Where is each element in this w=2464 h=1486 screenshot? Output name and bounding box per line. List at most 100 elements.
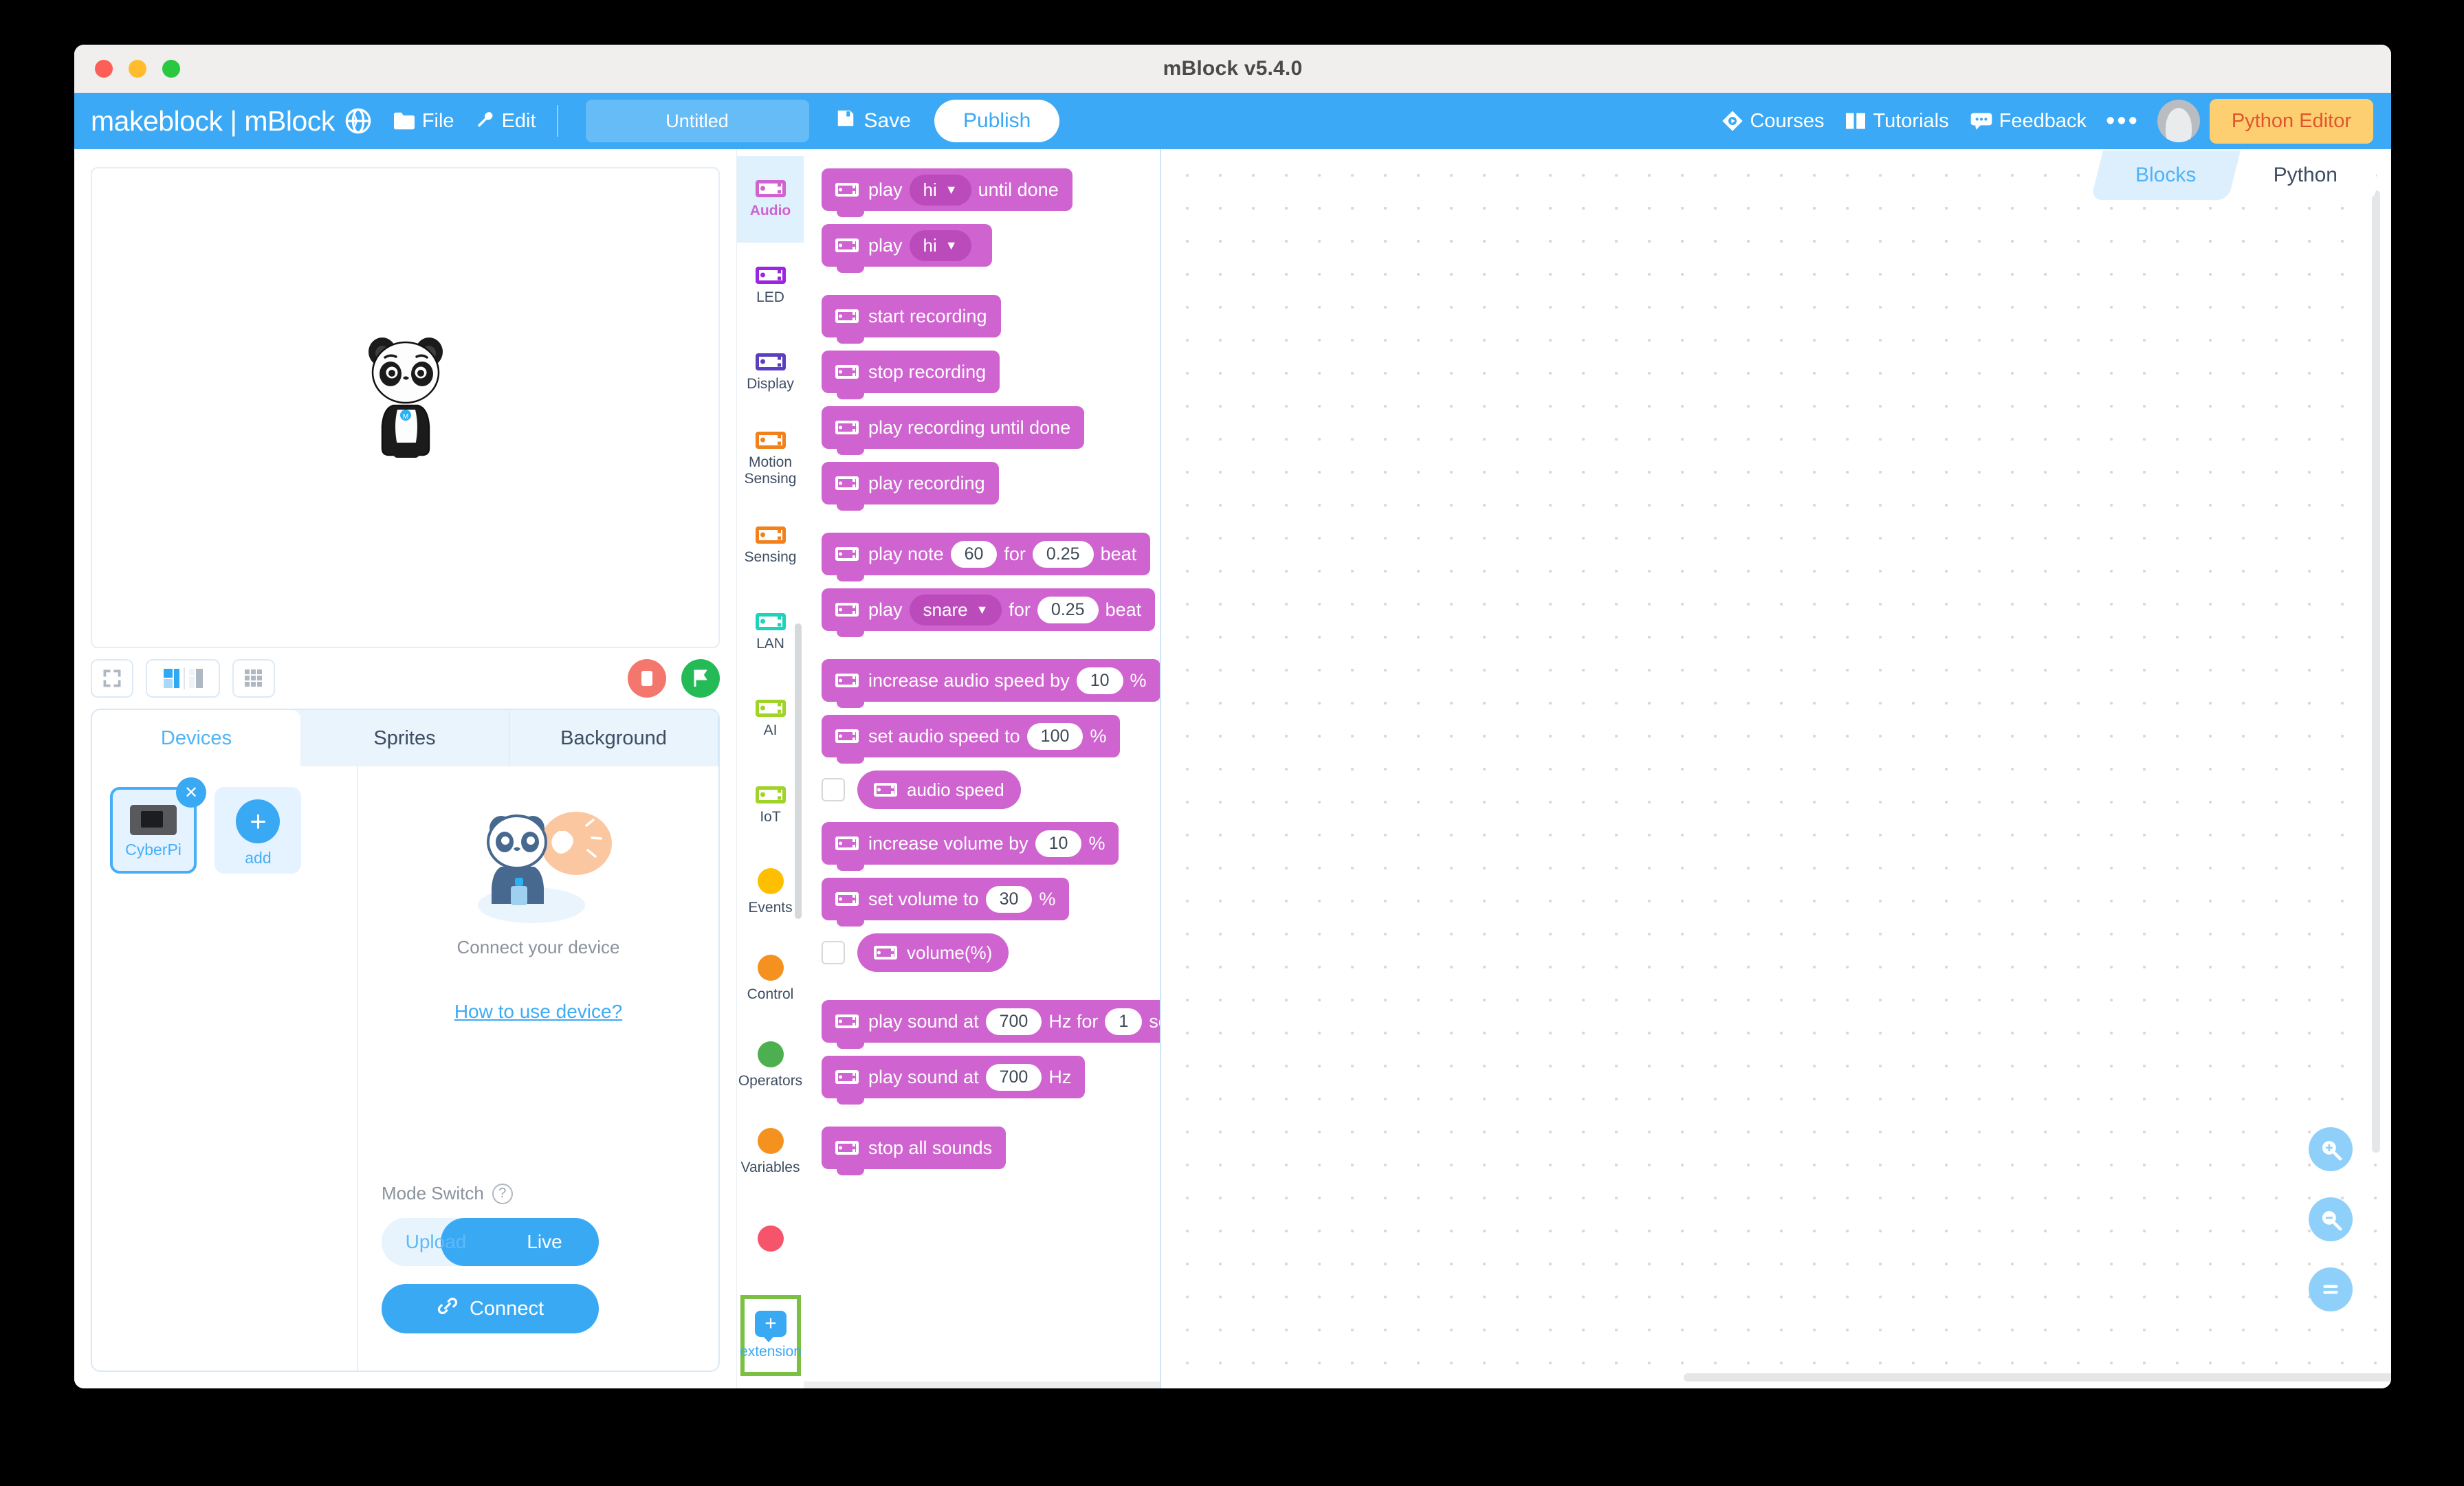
grid-layout-button[interactable] — [232, 659, 275, 698]
plus-icon: + — [236, 799, 280, 843]
add-extension-button[interactable]: + extension — [740, 1295, 802, 1376]
block-input-field[interactable]: 1 — [1105, 1008, 1143, 1035]
palette-horizontal-scrollbar[interactable] — [804, 1382, 1160, 1388]
add-device-button[interactable]: + add — [214, 787, 302, 874]
device-card-cyberpi[interactable]: ✕ CyberPi — [110, 777, 206, 874]
tab-devices-label: Devices — [160, 727, 232, 749]
category-iot[interactable]: IoT — [737, 762, 804, 849]
palette-block[interactable]: audio speed — [857, 770, 1021, 809]
palette-block[interactable]: set audio speed to 100% — [822, 715, 1121, 764]
category-scrollbar[interactable] — [795, 623, 802, 919]
palette-block[interactable]: start recording — [822, 295, 1001, 344]
publish-button[interactable]: Publish — [934, 100, 1060, 142]
block-input-field[interactable]: 0.25 — [1032, 540, 1094, 568]
category-sensing[interactable]: Sensing — [737, 502, 804, 589]
palette-block[interactable]: play hi ▼ until done — [822, 168, 1072, 217]
palette-block[interactable]: stop recording — [822, 351, 1000, 399]
block-input-field[interactable]: 100 — [1026, 722, 1084, 750]
block-dropdown[interactable]: snare ▼ — [909, 594, 1002, 625]
mode-switch-toggle[interactable]: Upload Live — [382, 1218, 599, 1266]
sprite-panda[interactable]: M — [358, 333, 454, 463]
feedback-link[interactable]: Feedback — [1970, 110, 2087, 133]
category-rail[interactable]: Audio LED Display Motion Sensing Sensing LAN AI… — [736, 149, 804, 1388]
zoom-in-icon[interactable] — [2309, 1127, 2353, 1171]
zoom-out-icon[interactable] — [2309, 1197, 2353, 1241]
courses-link[interactable]: Courses — [1722, 110, 1824, 133]
block-input-field[interactable]: 0.25 — [1037, 596, 1099, 623]
tab-blocks[interactable]: Blocks — [2091, 151, 2241, 200]
category-variables[interactable]: Variables — [737, 1109, 804, 1195]
stage[interactable]: M — [91, 167, 720, 648]
category-lan[interactable]: LAN — [737, 589, 804, 676]
palette-block[interactable]: volume(%) — [857, 933, 1009, 972]
category-control[interactable]: Control — [737, 935, 804, 1022]
zoom-reset-icon[interactable] — [2309, 1267, 2353, 1311]
tab-background[interactable]: Background — [509, 710, 718, 766]
palette-block[interactable]: play sound at 700 Hz for 1 sec — [822, 1000, 1160, 1049]
tutorials-link[interactable]: Tutorials — [1845, 110, 1949, 133]
block-monitor-checkbox[interactable] — [822, 778, 845, 801]
stop-button[interactable] — [628, 659, 666, 698]
block-dropdown[interactable]: hi ▼ — [909, 230, 971, 261]
avatar[interactable] — [2157, 100, 2200, 142]
more-menu-button[interactable]: ••• — [2106, 108, 2140, 134]
category-events[interactable]: Events — [737, 849, 804, 935]
category-label: Events — [748, 900, 793, 916]
block-input-field[interactable]: 10 — [1076, 667, 1123, 694]
category-ai[interactable]: AI — [737, 676, 804, 762]
canvas-vertical-scrollbar[interactable] — [2372, 190, 2380, 1153]
connect-button[interactable]: Connect — [382, 1284, 599, 1333]
save-button[interactable]: Save — [835, 108, 911, 134]
help-icon[interactable]: ? — [492, 1183, 513, 1204]
split-layout-button[interactable] — [146, 659, 220, 698]
block-input-field[interactable]: 10 — [1035, 830, 1082, 857]
tab-python[interactable]: Python — [2234, 151, 2376, 200]
palette-block[interactable]: play snare ▼ for 0.25 beat — [822, 588, 1156, 637]
file-menu-label: File — [421, 109, 454, 132]
file-menu[interactable]: File — [393, 110, 454, 133]
palette-block[interactable]: play sound at 700 Hz — [822, 1056, 1086, 1105]
device-list: ✕ CyberPi + add — [92, 766, 357, 1371]
canvas-horizontal-scrollbar[interactable] — [1684, 1373, 2391, 1382]
fullscreen-layout-button[interactable] — [91, 659, 133, 698]
block-label: beat — [1100, 543, 1137, 564]
block-input-field[interactable]: 700 — [985, 1063, 1042, 1091]
block-label: % — [1088, 832, 1106, 854]
category-operators[interactable]: Operators — [737, 1022, 804, 1109]
mode-live-option[interactable]: Live — [490, 1231, 599, 1253]
code-canvas[interactable]: Blocks Python — [1161, 149, 2391, 1388]
extension-label: extension — [740, 1344, 802, 1360]
palette-block[interactable]: play note 60 for 0.25 beat — [822, 533, 1151, 581]
category-audio[interactable]: Audio — [737, 156, 804, 243]
block-input-field[interactable]: 60 — [950, 540, 998, 568]
palette-block[interactable]: play recording — [822, 462, 999, 511]
mode-upload-option[interactable]: Upload — [382, 1231, 490, 1253]
category-motion-sensing[interactable]: Motion Sensing — [737, 416, 804, 502]
palette-block[interactable]: set volume to 30% — [822, 878, 1070, 927]
green-flag-button[interactable] — [681, 659, 720, 698]
remove-device-button[interactable]: ✕ — [176, 777, 206, 808]
how-to-use-device-link[interactable]: How to use device? — [454, 1001, 622, 1023]
category-display[interactable]: Display — [737, 329, 804, 416]
board-icon — [755, 431, 786, 449]
tab-sprites[interactable]: Sprites — [300, 710, 509, 766]
block-monitor-checkbox[interactable] — [822, 941, 845, 964]
palette-block[interactable]: play recording until done — [822, 406, 1085, 455]
block-dropdown[interactable]: hi ▼ — [909, 174, 971, 206]
tab-devices[interactable]: Devices — [92, 710, 300, 766]
block-input-field[interactable]: 700 — [985, 1008, 1042, 1035]
block-label: stop all sounds — [868, 1137, 993, 1158]
palette-block[interactable]: stop all sounds — [822, 1127, 1006, 1175]
category-item-12[interactable] — [737, 1195, 804, 1282]
block-input-field[interactable]: 30 — [985, 885, 1033, 913]
palette-block[interactable]: play hi ▼ — [822, 224, 992, 273]
palette-block[interactable]: increase volume by 10% — [822, 822, 1119, 871]
block-label: for — [1004, 543, 1026, 564]
edit-menu[interactable]: Edit — [475, 110, 536, 133]
palette-block[interactable]: increase audio speed by 10% — [822, 659, 1160, 708]
globe-icon[interactable] — [344, 107, 372, 135]
category-led[interactable]: LED — [737, 243, 804, 329]
blocks-palette[interactable]: play hi ▼ until done play hi ▼ start recording s… — [804, 149, 1161, 1388]
python-editor-button[interactable]: Python Editor — [2209, 98, 2373, 144]
project-name-input[interactable]: Untitled — [585, 100, 809, 142]
